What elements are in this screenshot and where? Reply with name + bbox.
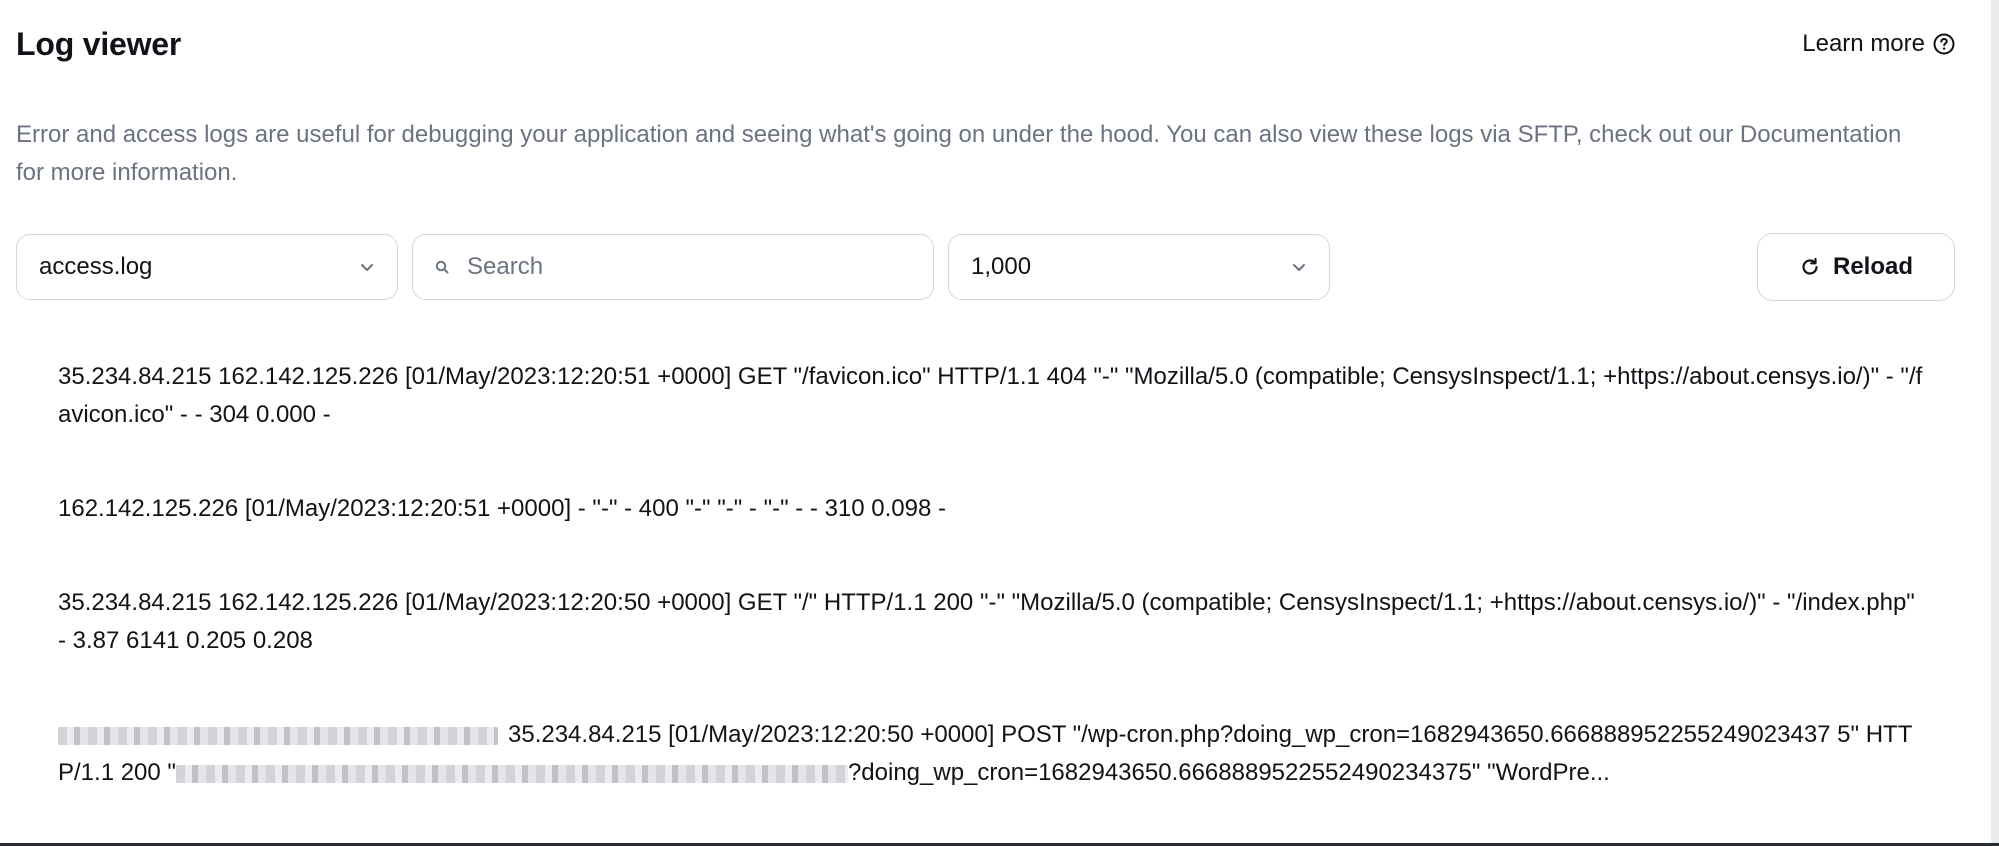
help-circle-icon: [1933, 33, 1955, 55]
learn-more-link[interactable]: Learn more: [1802, 30, 1955, 58]
search-box[interactable]: [412, 234, 934, 300]
search-input[interactable]: [465, 252, 911, 282]
chevron-down-icon: [359, 259, 375, 275]
lines-count-select-value: 1,000: [971, 253, 1032, 280]
log-entry: 35.234.84.215 162.142.125.226 [01/May/20…: [58, 589, 1915, 654]
log-list: 35.234.84.215 162.142.125.226 [01/May/20…: [16, 358, 1928, 792]
log-file-select-value: access.log: [39, 253, 153, 280]
chevron-down-icon: [1291, 259, 1307, 275]
search-icon: [435, 260, 449, 274]
log-entry: 35.234.84.215 162.142.125.226 [01/May/20…: [58, 363, 1923, 428]
redacted-block: [58, 726, 498, 745]
reload-button[interactable]: Reload: [1757, 233, 1955, 301]
description-text: Error and access logs are useful for deb…: [16, 121, 1902, 186]
reload-icon: [1799, 256, 1821, 278]
log-entry: 35.234.84.215 [01/May/2023:12:20:50 +000…: [58, 716, 1928, 792]
page-title: Log viewer: [16, 25, 182, 62]
log-viewer-page: Log viewer Learn more Error and access l…: [0, 0, 1999, 846]
reload-label: Reload: [1832, 253, 1913, 280]
scrollbar-track[interactable]: [1991, 0, 1999, 846]
header: Log viewer Learn more: [16, 0, 1955, 88]
learn-more-label: Learn more: [1802, 30, 1925, 57]
log-entry: 162.142.125.226 [01/May/2023:12:20:51 +0…: [58, 495, 947, 522]
controls-bar: access.log 1,000 Re: [16, 232, 1955, 302]
redacted-block: [175, 764, 848, 783]
lines-count-select[interactable]: 1,000: [948, 234, 1330, 300]
log-file-select[interactable]: access.log: [16, 234, 398, 300]
log-entry-part: ?doing_wp_cron=1682943650.66688895225524…: [847, 759, 1610, 786]
